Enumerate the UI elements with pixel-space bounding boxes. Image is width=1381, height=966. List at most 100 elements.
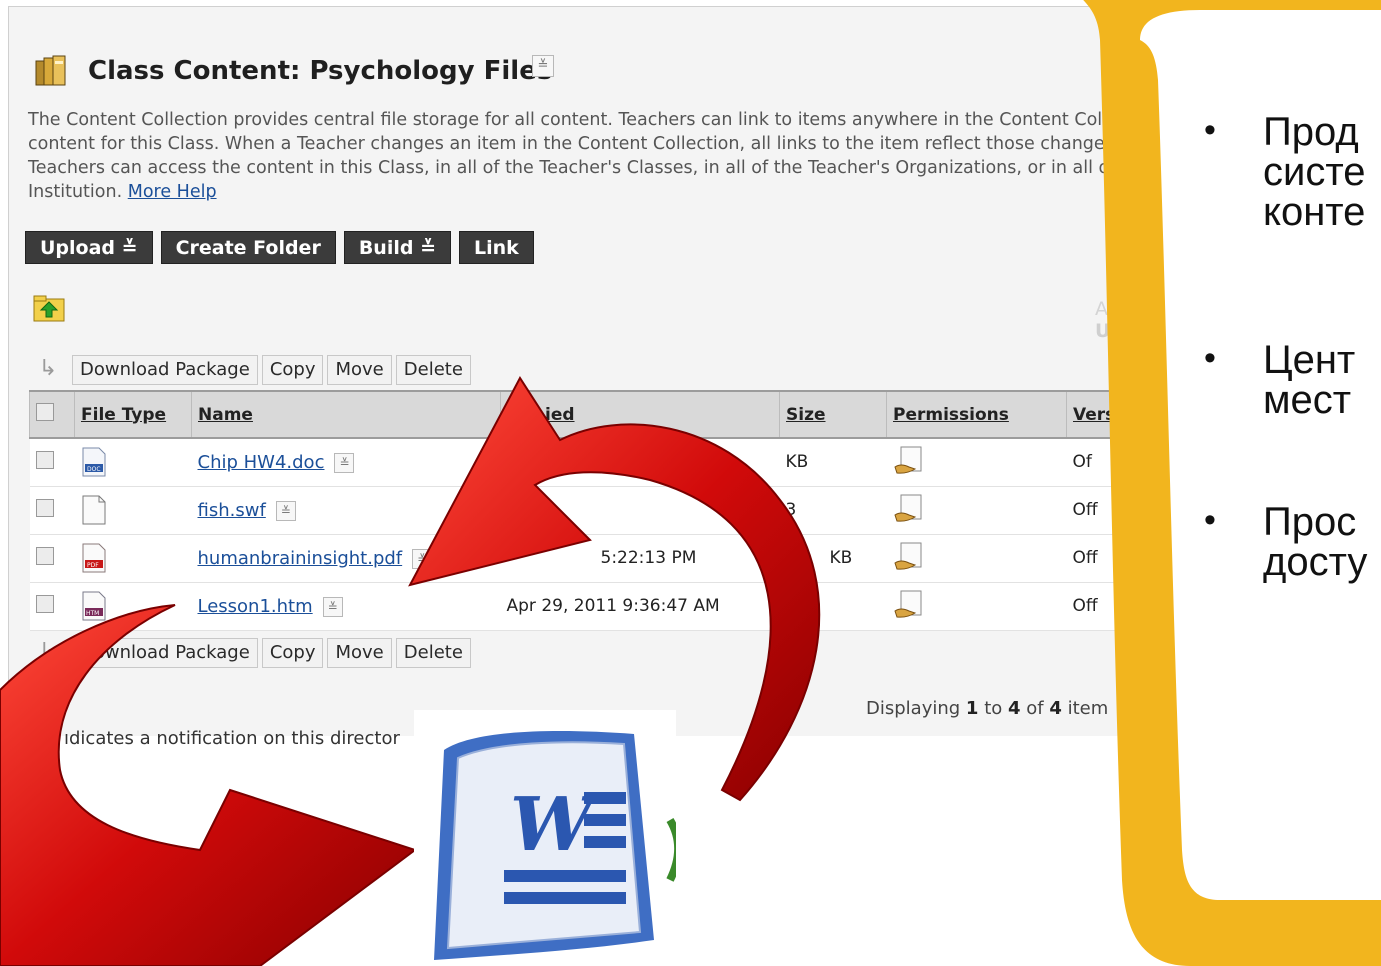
files-table: File Type Name ied Size Permissions Vers… <box>29 390 1381 631</box>
table-row: PDF humanbraininsight.pdf ≚ 5:22:13 PM KB… <box>29 534 1381 583</box>
header-file-type[interactable]: File Type <box>74 390 192 439</box>
svg-text:PDF: PDF <box>87 562 99 569</box>
header-file-type-label: File Type <box>81 404 167 425</box>
link-button[interactable]: Link <box>459 231 534 264</box>
chevron-down-icon: ≚ <box>420 237 437 259</box>
download-package-button[interactable]: Download Package <box>72 638 258 668</box>
create-folder-button[interactable]: Create Folder <box>160 231 336 264</box>
paging-prefix: Displaying <box>866 698 961 719</box>
header-name[interactable]: Name <box>191 390 501 439</box>
bullet-dot-icon: • <box>1204 339 1216 377</box>
header-permissions[interactable]: Permissions <box>886 390 1067 439</box>
file-link[interactable]: fish.swf <box>198 500 266 521</box>
blank-file-icon <box>82 495 105 525</box>
delete-button[interactable]: Delete <box>395 355 471 385</box>
row-select <box>29 534 75 583</box>
chevron-down-icon[interactable]: ≚ <box>334 452 355 473</box>
pdf-file-icon: PDF <box>82 543 105 573</box>
show-all-button[interactable]: Show All <box>1150 700 1243 748</box>
row-select <box>29 582 75 631</box>
chevron-down-icon[interactable]: ≚ <box>275 500 296 521</box>
table-row: HTM Lesson1.htm ≚ Apr 29, 2011 9:36:47 AM… <box>29 582 1381 631</box>
header-versions[interactable]: Versions <box>1066 390 1217 439</box>
file-toolbar-bottom: ↳ Download Package Copy Move Delete <box>28 635 471 671</box>
header-modified[interactable]: ied <box>500 390 780 439</box>
bullet-line: мест <box>1263 378 1352 422</box>
quota-value: Unspecified <box>1095 320 1221 342</box>
download-package-button[interactable]: Download Package <box>72 355 258 385</box>
view-list-tab[interactable]: View List <box>1139 8 1224 34</box>
file-type-cell: DOC <box>74 438 192 487</box>
select-all-checkbox[interactable] <box>36 403 54 421</box>
description-text: The Content Collection provides central … <box>28 110 1336 202</box>
arrow-indicator-icon: ↳ <box>38 639 58 664</box>
chevron-down-icon[interactable]: ≚ <box>322 596 343 617</box>
htm-file-icon: HTM <box>82 591 105 621</box>
page-title: Class Content: Psychology Files <box>88 56 553 86</box>
select-all-header <box>29 390 75 439</box>
row-checkbox[interactable] <box>35 450 54 469</box>
paging-to-word: to <box>984 698 1003 719</box>
edit-paging-button[interactable]: Edit Paging... <box>1248 700 1381 748</box>
paging-suffix: item <box>1067 698 1109 719</box>
permissions-hand-icon[interactable] <box>893 443 925 477</box>
bullet-line: конте <box>1263 190 1366 234</box>
set-up-button[interactable]: Set Up <box>1188 236 1267 262</box>
move-button[interactable]: Move <box>327 638 392 668</box>
permissions-hand-icon[interactable] <box>893 539 925 573</box>
build-button[interactable]: Build ≚ <box>343 231 452 264</box>
paging-total: 4 <box>1049 698 1062 719</box>
svg-text:DOC: DOC <box>87 466 101 473</box>
upload-button[interactable]: Upload ≚ <box>25 231 153 264</box>
header-size-label: Size <box>786 404 826 425</box>
row-checkbox[interactable] <box>35 594 54 613</box>
comments-cell <box>1216 582 1381 631</box>
row-select <box>29 438 75 487</box>
table-row: DOC Chip HW4.doc ≚ KB Of <box>29 438 1381 487</box>
move-button[interactable]: Move <box>327 355 392 385</box>
view-thumbnails-tab[interactable]: View Thumbnails <box>1227 8 1369 34</box>
modified-cell <box>500 486 780 535</box>
permissions-hand-icon[interactable] <box>893 491 925 525</box>
file-link[interactable]: Lesson1.htm <box>198 596 313 617</box>
size-cell <box>779 582 887 631</box>
versions-cell: Off <box>1066 534 1217 583</box>
action-bar: Upload ≚ Create Folder Build ≚ Link <box>25 231 534 264</box>
copy-button[interactable]: Copy <box>261 638 324 668</box>
name-cell: fish.swf ≚ <box>191 486 501 535</box>
versions-cell: Off <box>1066 486 1217 535</box>
permissions-cell <box>886 534 1067 583</box>
versions-cell: Of <box>1066 438 1217 487</box>
permissions-hand-icon[interactable] <box>893 587 925 621</box>
chevron-down-icon[interactable]: ≚ <box>532 55 554 77</box>
file-toolbar-top: ↳ Download Package Copy Move Delete <box>28 352 471 388</box>
folder-books-icon <box>35 55 66 86</box>
chevron-down-icon: ≚ <box>121 237 138 259</box>
comments-cell <box>1216 438 1381 487</box>
table-row: fish.swf ≚ 3 Off <box>29 486 1381 535</box>
refresh-button[interactable]: Refresh <box>1283 640 1373 667</box>
row-checkbox[interactable] <box>35 498 54 517</box>
file-type-cell: HTM <box>74 582 192 631</box>
header-permissions-label: Permissions <box>893 404 1009 425</box>
word-logo-icon: W <box>414 710 676 966</box>
table-header-row: File Type Name ied Size Permissions Vers… <box>29 390 1381 439</box>
permissions-cell <box>886 582 1067 631</box>
more-help-link[interactable]: More Help <box>128 182 217 202</box>
up-folder-icon[interactable] <box>33 293 65 323</box>
svg-text:HTM: HTM <box>86 610 99 617</box>
file-link[interactable]: Chip HW4.doc <box>198 452 325 473</box>
header-versions-label: Versions <box>1073 404 1155 425</box>
copy-button[interactable]: Copy <box>261 355 324 385</box>
name-cell: Chip HW4.doc ≚ <box>191 438 501 487</box>
chevron-down-icon[interactable]: ≚ <box>412 548 433 569</box>
file-link[interactable]: humanbraininsight.pdf <box>198 548 403 569</box>
header-size[interactable]: Size <box>779 390 887 439</box>
bullet-line: досту <box>1263 540 1368 584</box>
delete-button[interactable]: Delete <box>395 638 471 668</box>
bullet-dot-icon: • <box>1204 501 1216 539</box>
paging-to: 4 <box>1008 698 1021 719</box>
header-name-label: Name <box>198 404 253 425</box>
quota-label: Available Quota: <box>1095 298 1252 320</box>
row-checkbox[interactable] <box>35 546 54 565</box>
